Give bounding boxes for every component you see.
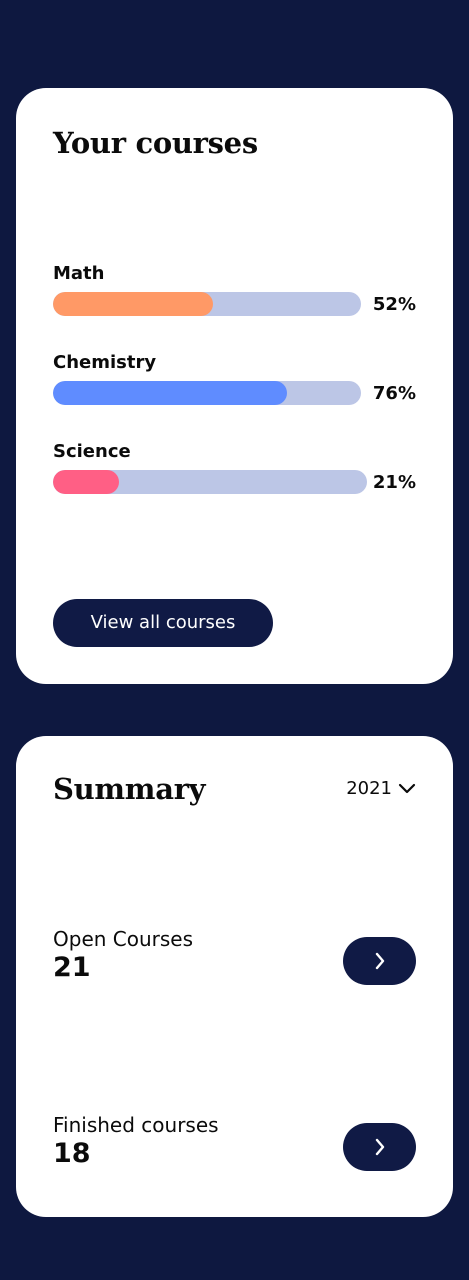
courses-title: Your courses bbox=[53, 126, 258, 160]
progress-fill bbox=[53, 381, 288, 405]
summary-card: Summary 2021 Open Courses 21 Finished co… bbox=[16, 736, 453, 1217]
summary-title: Summary bbox=[53, 772, 206, 806]
progress-percent: 52% bbox=[372, 293, 416, 315]
course-name: Science bbox=[53, 441, 131, 462]
progress-fill bbox=[53, 470, 119, 494]
finished-courses-button[interactable] bbox=[343, 1123, 416, 1171]
year-value: 2021 bbox=[346, 778, 392, 799]
course-name: Chemistry bbox=[53, 352, 157, 373]
stat-finished-courses: Finished courses 18 bbox=[53, 1112, 416, 1172]
chevron-right-icon bbox=[375, 952, 384, 970]
open-courses-button[interactable] bbox=[343, 937, 416, 985]
progress-track bbox=[53, 381, 361, 405]
course-item-chemistry: Chemistry 76% bbox=[53, 351, 416, 405]
course-name: Math bbox=[53, 263, 105, 284]
view-all-courses-button[interactable]: View all courses bbox=[53, 599, 273, 647]
course-item-math: Math 52% bbox=[53, 262, 416, 316]
courses-card: Your courses Math 52% Chemistry 76% Scie… bbox=[16, 88, 453, 684]
year-dropdown[interactable]: 2021 bbox=[346, 778, 416, 799]
progress-percent: 21% bbox=[372, 471, 416, 493]
stat-open-courses: Open Courses 21 bbox=[53, 926, 416, 986]
course-item-science: Science 21% bbox=[53, 440, 416, 494]
progress-percent: 76% bbox=[372, 382, 416, 404]
chevron-right-icon bbox=[375, 1138, 384, 1156]
chevron-down-icon bbox=[398, 783, 416, 793]
progress-fill bbox=[53, 292, 214, 316]
progress-track bbox=[53, 470, 367, 494]
progress-track bbox=[53, 292, 361, 316]
